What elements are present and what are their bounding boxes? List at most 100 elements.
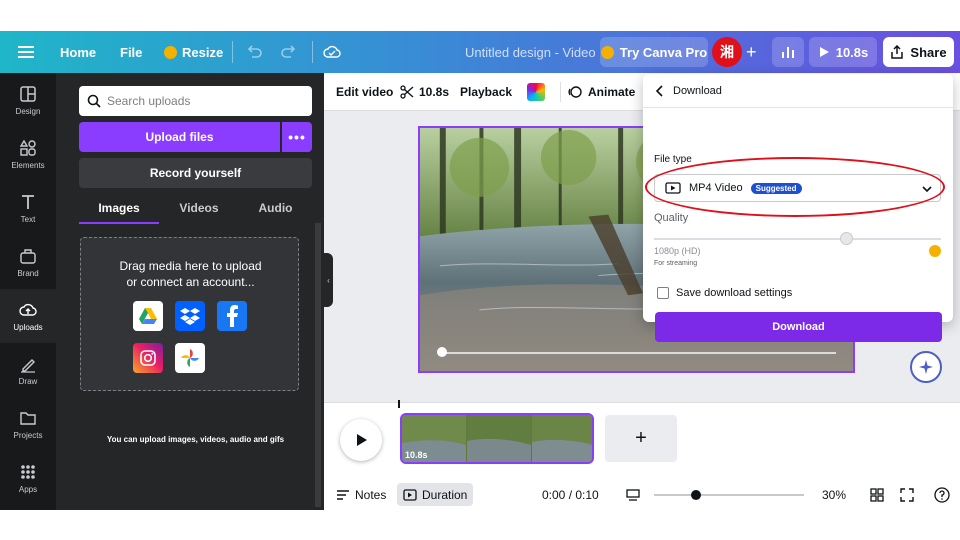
more-options-icon[interactable]: ••• <box>282 122 312 152</box>
apps-grid-icon <box>21 464 35 479</box>
play-icon <box>357 434 367 446</box>
grid-view-icon[interactable] <box>870 479 884 510</box>
rail-item-design[interactable]: Design <box>0 73 56 127</box>
uploads-panel: Search uploads Upload files ••• Record y… <box>56 73 324 510</box>
rail-item-apps[interactable]: Apps <box>0 451 56 505</box>
zoom-slider-track[interactable] <box>654 489 804 500</box>
avatar[interactable]: 湘 <box>712 37 742 67</box>
save-download-settings-checkbox[interactable]: Save download settings <box>657 287 792 299</box>
add-collaborator-icon[interactable]: + <box>746 31 757 73</box>
magic-assistant-icon[interactable] <box>910 351 942 383</box>
rail-item-projects[interactable]: Projects <box>0 397 56 451</box>
upload-drop-zone[interactable]: Drag media here to upload or connect an … <box>80 237 299 391</box>
quality-slider-track[interactable] <box>654 238 941 240</box>
share-label: Share <box>910 44 947 60</box>
download-button[interactable]: Download <box>655 312 942 342</box>
panel-scrollbar[interactable] <box>315 223 321 507</box>
back-arrow-icon[interactable] <box>655 84 665 97</box>
upload-files-button[interactable]: Upload files <box>79 122 280 152</box>
google-photos-icon[interactable] <box>175 343 205 373</box>
layout-icon <box>20 85 36 102</box>
present-duration: 10.8s <box>835 44 869 60</box>
trim-duration-label: 10.8s <box>419 85 450 99</box>
notes-label: Notes <box>355 487 387 502</box>
animate-label: Animate <box>588 85 636 99</box>
help-icon[interactable] <box>934 479 950 510</box>
canva-editor: Home File Resize Untitled design - Video… <box>0 31 960 510</box>
duration-label: Duration <box>422 487 468 502</box>
rail-item-text[interactable]: Text <box>0 181 56 235</box>
divider <box>312 31 313 73</box>
undo-icon[interactable] <box>246 31 262 73</box>
collapse-panel-handle[interactable]: ‹ <box>324 253 333 307</box>
rail-label: Uploads <box>13 322 43 332</box>
file-menu-button[interactable]: File <box>120 31 142 73</box>
share-button[interactable]: Share <box>883 37 954 67</box>
menu-icon[interactable] <box>18 31 34 73</box>
instagram-icon[interactable] <box>133 343 163 373</box>
video-clip[interactable]: 10.8s <box>400 413 594 464</box>
zoom-slider-thumb[interactable] <box>691 489 701 500</box>
crown-icon <box>929 245 941 257</box>
quality-slider-thumb[interactable] <box>840 232 854 245</box>
drop-line-1: Drag media here to upload <box>119 259 262 273</box>
drop-zone-text: Drag media here to upload or connect an … <box>81 258 300 290</box>
video-scrub-handle[interactable] <box>437 347 447 357</box>
scissors-icon <box>400 85 414 99</box>
present-play-button[interactable]: 10.8s <box>809 37 877 67</box>
color-adjust-icon[interactable] <box>527 73 545 111</box>
download-header: Download <box>643 74 953 108</box>
rail-label: Apps <box>18 484 38 494</box>
add-page-button[interactable]: + <box>605 415 677 462</box>
rail-label: Projects <box>13 430 43 440</box>
rail-item-uploads[interactable]: Uploads <box>0 289 56 343</box>
shapes-icon <box>19 139 36 156</box>
record-yourself-button[interactable]: Record yourself <box>79 158 312 188</box>
rail-item-brand[interactable]: Brand <box>0 235 56 289</box>
duration-button[interactable]: Duration <box>397 483 474 506</box>
trim-duration-button[interactable]: 10.8s <box>400 73 449 111</box>
zoom-level[interactable]: 30% <box>822 479 846 510</box>
fit-view-icon[interactable] <box>626 479 640 510</box>
quality-label: Quality <box>654 212 689 224</box>
quality-value: 1080p (HD) <box>654 246 701 256</box>
try-pro-label: Try Canva Pro <box>619 44 708 60</box>
zoom-slider[interactable] <box>654 479 804 510</box>
pen-icon <box>21 358 35 373</box>
insights-icon[interactable] <box>772 37 804 67</box>
checkbox-icon <box>657 287 669 299</box>
timeline-play-button[interactable] <box>340 419 382 461</box>
rail-item-draw[interactable]: Draw <box>0 343 56 397</box>
timeline-icon <box>403 488 417 501</box>
file-type-label: File type <box>654 154 692 165</box>
tab-videos[interactable]: Videos <box>159 201 239 223</box>
rail-label: Brand <box>17 268 39 278</box>
video-scrub-track[interactable] <box>440 352 836 354</box>
document-title[interactable]: Untitled design - Video <box>465 31 596 73</box>
google-drive-icon[interactable] <box>133 301 163 331</box>
folder-icon <box>20 411 36 425</box>
bottom-bar: Notes Duration 0:00 / 0:10 30% <box>324 479 960 510</box>
home-button[interactable]: Home <box>60 31 96 73</box>
dropbox-icon[interactable] <box>175 301 205 331</box>
search-icon <box>87 94 101 108</box>
try-canva-pro-button[interactable]: Try Canva Pro <box>600 37 708 67</box>
redo-icon[interactable] <box>281 31 297 73</box>
playback-button[interactable]: Playback <box>460 73 512 111</box>
animate-button[interactable]: Animate <box>567 73 635 111</box>
animate-icon <box>568 86 582 98</box>
search-placeholder: Search uploads <box>107 94 191 108</box>
edit-video-button[interactable]: Edit video <box>336 73 393 111</box>
cloud-saved-icon[interactable] <box>323 31 341 73</box>
rail-item-elements[interactable]: Elements <box>0 127 56 181</box>
save-settings-label: Save download settings <box>676 287 793 299</box>
resize-button[interactable]: Resize <box>164 31 223 73</box>
tab-audio[interactable]: Audio <box>239 201 312 223</box>
facebook-icon[interactable] <box>217 301 247 331</box>
fullscreen-icon[interactable] <box>900 479 914 510</box>
search-uploads-input[interactable]: Search uploads <box>79 86 312 116</box>
left-rail: Design Elements Text Brand Uploads Draw … <box>0 73 56 510</box>
tab-images[interactable]: Images <box>79 201 159 223</box>
timeline-playhead[interactable] <box>398 400 400 408</box>
notes-button[interactable]: Notes <box>336 479 386 510</box>
